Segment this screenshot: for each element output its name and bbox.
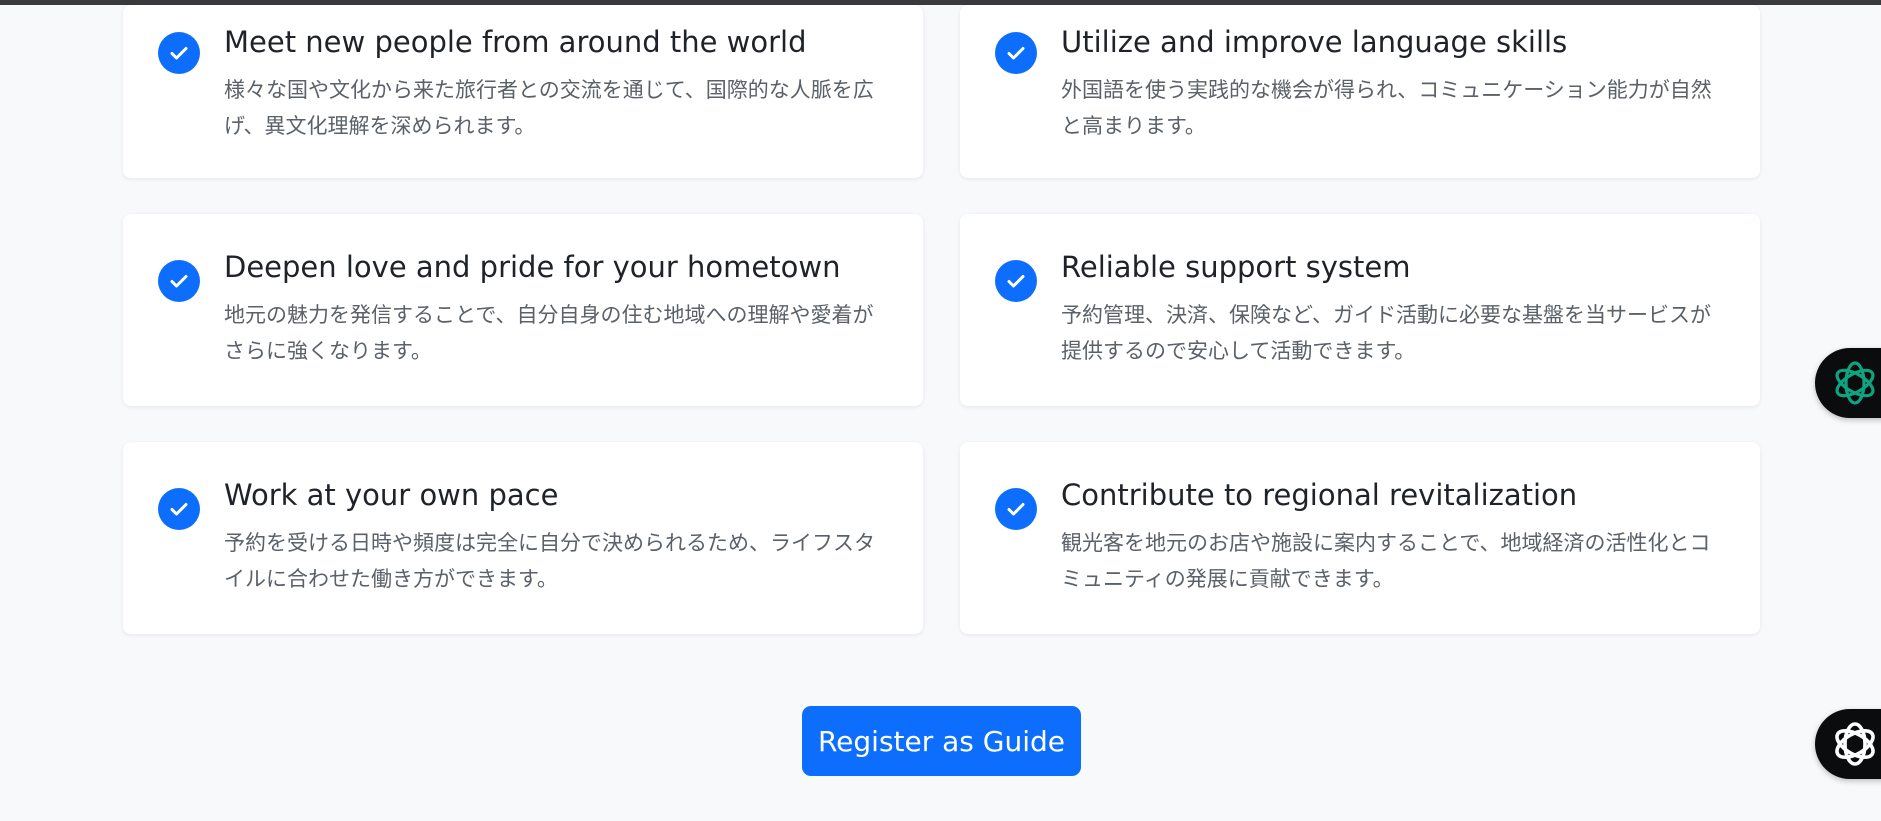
benefit-title: Work at your own pace bbox=[224, 478, 559, 512]
check-circle-icon bbox=[995, 488, 1037, 530]
benefit-description: 外国語を使う実践的な機会が得られ、コミュニケーション能力が自然と高まります。 bbox=[1061, 78, 1712, 138]
benefit-card: Contribute to regional revitalization 観光… bbox=[960, 442, 1760, 634]
benefit-card: Deepen love and pride for your hometown … bbox=[123, 214, 923, 406]
check-circle-icon bbox=[158, 488, 200, 530]
benefit-description: 観光客を地元のお店や施設に案内することで、地域経済の活性化とコミュニティの発展に… bbox=[1061, 531, 1711, 591]
secondary-floating-button[interactable] bbox=[1815, 709, 1881, 779]
chatgpt-logo-icon bbox=[1835, 361, 1875, 405]
check-circle-icon bbox=[995, 32, 1037, 74]
benefit-card: Reliable support system 予約管理、決済、保険など、ガイド… bbox=[960, 214, 1760, 406]
benefit-card: Work at your own pace 予約を受ける日時や頻度は完全に自分で… bbox=[123, 442, 923, 634]
register-as-guide-button[interactable]: Register as Guide bbox=[802, 706, 1081, 776]
benefit-title: Utilize and improve language skills bbox=[1061, 25, 1568, 59]
benefit-title: Deepen love and pride for your hometown bbox=[224, 250, 841, 284]
benefit-description: 様々な国や文化から来た旅行者との交流を通じて、国際的な人脈を広げ、異文化理解を深… bbox=[224, 78, 874, 138]
benefit-description: 地元の魅力を発信することで、自分自身の住む地域への理解や愛着がさらに強くなります… bbox=[224, 303, 874, 363]
openai-logo-icon bbox=[1835, 722, 1875, 766]
benefit-card: Utilize and improve language skills 外国語を… bbox=[960, 5, 1760, 178]
check-circle-icon bbox=[158, 260, 200, 302]
assistant-floating-button[interactable] bbox=[1815, 348, 1881, 418]
check-circle-icon bbox=[158, 32, 200, 74]
benefit-title: Meet new people from around the world bbox=[224, 25, 807, 59]
benefit-description: 予約管理、決済、保険など、ガイド活動に必要な基盤を当サービスが提供するので安心し… bbox=[1061, 303, 1711, 363]
benefit-title: Reliable support system bbox=[1061, 250, 1411, 284]
benefit-description: 予約を受ける日時や頻度は完全に自分で決められるため、ライフスタイルに合わせた働き… bbox=[224, 531, 875, 591]
check-circle-icon bbox=[995, 260, 1037, 302]
benefit-card: Meet new people from around the world 様々… bbox=[123, 5, 923, 178]
benefit-title: Contribute to regional revitalization bbox=[1061, 478, 1578, 512]
